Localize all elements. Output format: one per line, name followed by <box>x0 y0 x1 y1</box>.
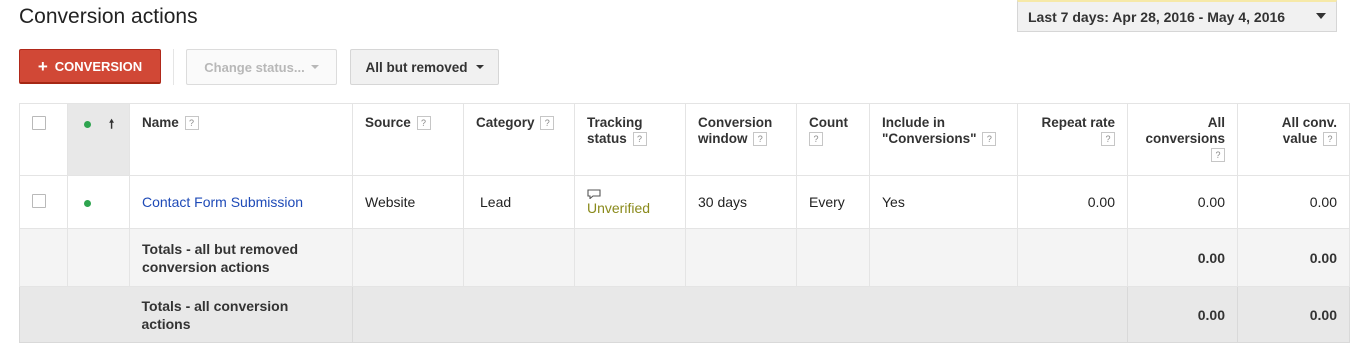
tracking-status-cell: Unverified <box>574 175 686 229</box>
category-cell: Lead <box>463 175 575 229</box>
help-icon[interactable]: ? <box>1323 132 1337 147</box>
row-status-cell <box>67 175 130 229</box>
sort-up-icon: 🠕 <box>109 117 115 131</box>
toolbar-divider <box>173 49 174 85</box>
help-icon[interactable]: ? <box>982 132 997 147</box>
page-title: Conversion actions <box>19 5 198 28</box>
comment-icon[interactable] <box>587 188 601 199</box>
help-icon[interactable]: ? <box>540 116 555 131</box>
column-header-source[interactable]: Source ? <box>352 103 464 176</box>
totals-all-conversions: 0.00 <box>1127 286 1238 343</box>
source-cell: Website <box>352 175 464 229</box>
all-conversions-cell: 0.00 <box>1127 175 1238 229</box>
select-all-cell <box>19 103 68 176</box>
conversion-name-link[interactable]: Contact Form Submission <box>142 194 303 210</box>
change-status-label: Change status... <box>204 59 305 75</box>
column-header-tracking-status[interactable]: Tracking status ? <box>574 103 686 176</box>
caret-down-icon <box>310 65 319 69</box>
column-header-repeat-rate[interactable]: Repeat rate ? <box>1017 103 1128 176</box>
help-icon[interactable]: ? <box>809 132 823 147</box>
status-filter-label: All but removed <box>365 59 468 75</box>
status-dot-icon[interactable] <box>84 200 91 207</box>
change-status-dropdown[interactable]: Change status... <box>186 49 337 85</box>
column-header-include-in-conversions[interactable]: Include in "Conversions" ? <box>869 103 1018 176</box>
column-header-category[interactable]: Category ? <box>463 103 575 176</box>
conversion-name-cell: Contact Form Submission <box>129 175 353 229</box>
status-filter-dropdown[interactable]: All but removed <box>350 49 499 85</box>
status-sort-header[interactable]: 🠕 <box>67 103 130 176</box>
totals-all-conv-value: 0.00 <box>1237 286 1350 343</box>
tracking-status-label: Unverified <box>587 199 651 216</box>
caret-down-icon <box>1316 13 1326 19</box>
conversion-actions-table: 🠕 Name ? Source ? Category ? Tracking st… <box>19 103 1350 343</box>
totals-row-all-but-removed: Totals - all but removed conversion acti… <box>19 228 1350 287</box>
table-row: Contact Form Submission Website Lead Unv… <box>19 175 1350 229</box>
column-header-all-conversions[interactable]: All conversions ? <box>1127 103 1238 176</box>
totals-row-all: Totals - all conversion actions 0.00 0.0… <box>19 286 1350 343</box>
row-select-cell <box>19 175 68 229</box>
all-conv-value-cell: 0.00 <box>1237 175 1350 229</box>
column-header-all-conv-value[interactable]: All conv. value ? <box>1237 103 1350 176</box>
help-icon[interactable]: ? <box>1211 148 1225 163</box>
add-conversion-button[interactable]: + CONVERSION <box>19 49 161 84</box>
totals-label: Totals - all but removed conversion acti… <box>129 228 353 287</box>
conversion-window-cell: 30 days <box>685 175 797 229</box>
totals-all-conversions: 0.00 <box>1127 228 1238 287</box>
help-icon[interactable]: ? <box>1101 132 1115 147</box>
column-header-name[interactable]: Name ? <box>129 103 353 176</box>
caret-down-icon <box>475 65 484 69</box>
help-icon[interactable]: ? <box>416 116 431 131</box>
column-header-count[interactable]: Count ? <box>796 103 870 176</box>
plus-icon: + <box>37 56 48 76</box>
help-icon[interactable]: ? <box>753 132 768 147</box>
column-header-conversion-window[interactable]: Conversion window ? <box>685 103 797 176</box>
select-all-checkbox[interactable] <box>32 116 46 130</box>
include-in-conversions-cell: Yes <box>869 175 1018 229</box>
row-checkbox[interactable] <box>32 193 46 208</box>
date-range-label: Last 7 days: Apr 28, 2016 - May 4, 2016 <box>1028 8 1286 25</box>
repeat-rate-cell: 0.00 <box>1017 175 1128 229</box>
help-icon[interactable]: ? <box>632 132 647 147</box>
help-icon[interactable]: ? <box>184 116 199 131</box>
count-cell: Every <box>796 175 870 229</box>
add-conversion-label: CONVERSION <box>54 58 143 74</box>
table-header-row: 🠕 Name ? Source ? Category ? Tracking st… <box>19 103 1350 176</box>
totals-all-conv-value: 0.00 <box>1237 228 1350 287</box>
totals-label: Totals - all conversion actions <box>129 286 353 343</box>
status-dot-icon <box>84 121 91 128</box>
date-range-selector[interactable]: Last 7 days: Apr 28, 2016 - May 4, 2016 <box>1017 0 1337 32</box>
